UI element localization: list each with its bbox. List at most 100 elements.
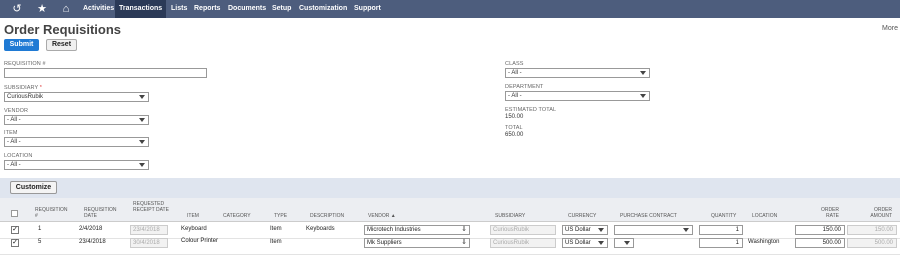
nav-setup[interactable]: Setup [268,0,295,18]
home-icon[interactable]: ⌂ [57,0,75,18]
customize-button[interactable]: Customize [10,181,57,194]
row-receipt-date[interactable]: 23/4/2018 [130,225,168,235]
location-value: - All - [7,162,21,168]
vendor-select[interactable]: - All - [4,115,149,125]
row-subsidiary[interactable]: CuriousRubik [490,238,556,248]
col-vendor[interactable]: VENDOR ▲ [368,213,396,219]
location-label: LOCATION [4,153,33,159]
row-order-rate[interactable]: 150.00 [795,225,845,235]
nav-lists[interactable]: Lists [167,0,191,18]
table-row: ✓ 5 23/4/2018 30/4/2018 Colour Printer I… [0,236,900,255]
department-value: - All - [508,93,522,99]
more-link[interactable]: More [882,25,898,32]
row-requisition[interactable]: 1 [38,226,41,233]
subsidiary-value: CuriousRubik [7,94,44,100]
row-vendor: Mk Suppliers [367,240,402,246]
item-label: ITEM [4,130,18,136]
department-select[interactable]: - All - [505,91,650,101]
chevron-down-icon [139,95,145,99]
chevron-down-icon [640,71,646,75]
col-order-rate[interactable]: ORDER RATE [812,207,839,219]
location-select[interactable]: - All - [4,160,149,170]
row-vendor: Microtech Industries [367,227,421,233]
row-checkbox[interactable]: ✓ [11,239,19,247]
page-title: Order Requisitions [4,22,122,37]
row-description: Keyboards [306,226,335,232]
col-purchase-contract[interactable]: PURCHASE CONTRACT [620,213,677,219]
nav-transactions[interactable]: Transactions [115,0,167,18]
top-nav-bar: ↺ ★ ⌂ Activities Transactions Lists Repo… [0,0,900,18]
row-item: Keyboard [181,226,207,232]
row-purchase-contract-select[interactable] [614,238,634,248]
chevron-down-icon [139,118,145,122]
total-label: TOTAL [505,125,523,131]
row-currency-select[interactable]: US Dollar [562,225,608,235]
vendor-label: VENDOR [4,108,29,114]
row-req-date: 2/4/2018 [79,226,103,232]
row-type: Item [270,226,282,232]
col-quantity[interactable]: QUANTITY [711,213,736,219]
chevron-down-icon [624,241,630,245]
nav-support[interactable]: Support [350,0,385,18]
recent-records-icon[interactable]: ↺ [8,0,26,18]
row-location: Washington [748,239,780,245]
row-purchase-contract-select[interactable] [614,225,693,235]
col-location[interactable]: LOCATION [752,213,777,219]
row-order-amount: 500.00 [847,238,897,248]
chevron-down-icon [598,241,604,245]
row-req-date: 23/4/2018 [79,239,106,245]
requisition-label: REQUISITION # [4,61,46,67]
estimated-total-value: 150.00 [505,114,524,120]
nav-activities[interactable]: Activities [79,0,118,18]
col-category[interactable]: CATEGORY [223,213,251,219]
chevron-down-icon [139,163,145,167]
subsidiary-select[interactable]: CuriousRubik [4,92,149,102]
row-quantity[interactable]: 1 [699,225,743,235]
row-checkbox[interactable]: ✓ [11,226,19,234]
row-currency: US Dollar [565,227,591,233]
item-value: - All - [7,139,21,145]
row-quantity[interactable]: 1 [699,238,743,248]
row-currency-select[interactable]: US Dollar [562,238,608,248]
col-order-amount[interactable]: ORDER AMOUNT [862,207,892,219]
class-select[interactable]: - All - [505,68,650,78]
department-label: DEPARTMENT [505,84,544,90]
double-chevron-icon: ⇓ [461,226,467,233]
row-order-amount: 150.00 [847,225,897,235]
col-req-date[interactable]: REQUISITION DATE [84,207,120,219]
col-currency[interactable]: CURRENCY [568,213,596,219]
subsidiary-label: SUBSIDIARY * [4,85,43,91]
nav-customization[interactable]: Customization [295,0,351,18]
select-all-checkbox[interactable] [11,210,18,217]
row-vendor-select[interactable]: Microtech Industries ⇓ [364,225,470,235]
row-subsidiary[interactable]: CuriousRubik [490,225,556,235]
submit-button[interactable]: Submit [4,39,39,51]
class-label: CLASS [505,61,524,67]
col-subsidiary[interactable]: SUBSIDIARY [495,213,525,219]
requisition-input[interactable] [4,68,207,78]
col-item[interactable]: ITEM [187,213,199,219]
vendor-value: - All - [7,117,21,123]
class-value: - All - [508,70,522,76]
sublist-toolbar [0,178,900,198]
col-description[interactable]: DESCRIPTION [310,213,344,219]
nav-documents[interactable]: Documents [224,0,270,18]
row-vendor-select[interactable]: Mk Suppliers ⇓ [364,238,470,248]
chevron-down-icon [598,228,604,232]
star-icon[interactable]: ★ [33,0,51,18]
col-type[interactable]: TYPE [274,213,287,219]
required-marker: * [39,85,43,91]
row-item: Colour Printer [181,238,219,244]
table-header: REQUISITION # REQUISITION DATE REQUESTED… [0,198,900,222]
item-select[interactable]: - All - [4,137,149,147]
row-order-rate[interactable]: 500.00 [795,238,845,248]
col-receipt-date[interactable]: REQUESTED RECEIPT DATE [133,201,173,213]
total-value: 650.00 [505,132,524,138]
row-receipt-date[interactable]: 30/4/2018 [130,238,168,248]
row-currency: US Dollar [565,240,591,246]
nav-reports[interactable]: Reports [190,0,224,18]
chevron-down-icon [683,228,689,232]
row-requisition[interactable]: 5 [38,239,41,246]
col-requisition[interactable]: REQUISITION # [35,207,71,219]
reset-button[interactable]: Reset [46,39,77,51]
